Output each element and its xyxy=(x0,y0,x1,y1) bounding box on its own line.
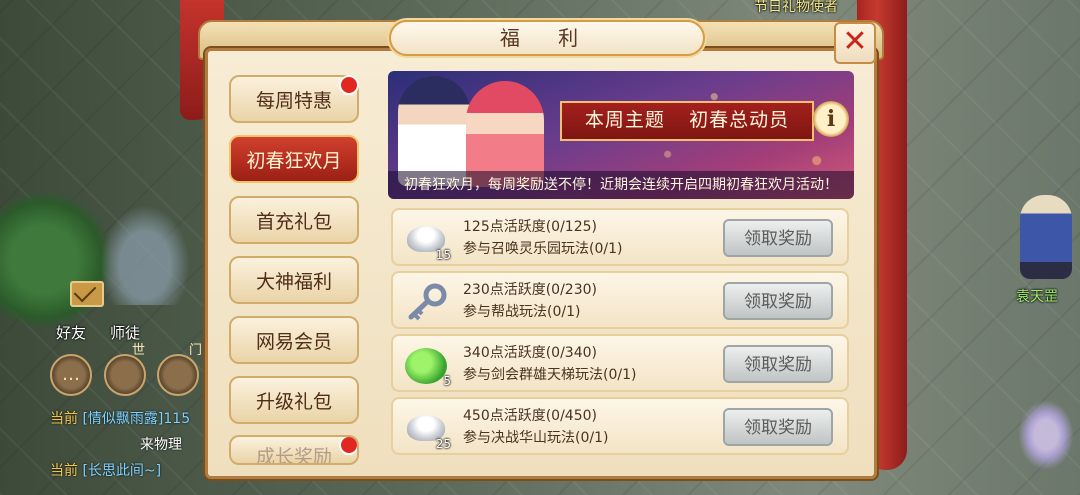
reward-list: 15 125点活跃度(0/125) 参与召唤灵乐园玩法(0/1) 领取奖励 23… xyxy=(388,208,854,462)
claim-reward-button[interactable]: 领取奖励 xyxy=(723,345,833,383)
chat-channel: 当前 xyxy=(50,463,78,479)
friends-button[interactable]: 好友 xyxy=(56,322,86,343)
activity-points: 450点活跃度(0/450) xyxy=(463,408,597,424)
sidebar-item-label: 大神福利 xyxy=(255,271,332,293)
statue xyxy=(100,205,190,305)
key-icon[interactable] xyxy=(401,277,451,325)
sidebar-item-label: 初春狂欢月 xyxy=(246,150,342,172)
item-count: 25 xyxy=(435,437,451,451)
silver-ingot-icon[interactable]: 25 xyxy=(401,403,451,451)
sect-channel-label: 门 xyxy=(189,343,203,358)
task-description: 参与决战华山玩法(0/1) xyxy=(463,430,609,446)
sidebar-item-label: 成长奖励 xyxy=(255,446,332,465)
sidebar-item-weekly-deals[interactable]: 每周特惠 xyxy=(229,75,359,123)
theme-label: 本周主题 xyxy=(584,109,665,131)
mail-icon[interactable] xyxy=(70,281,104,307)
event-banner: 本周主题 初春总动员 i 初春狂欢月，每周奖励送不停！近期会连续开启四期初春狂欢… xyxy=(388,71,854,199)
chat-line[interactable]: 当前 [情似飘雨露]115 xyxy=(50,408,190,428)
claim-reward-button[interactable]: 领取奖励 xyxy=(723,219,833,257)
chat-text: [长思此间~] xyxy=(82,463,162,479)
banner-caption: 初春狂欢月，每周奖励送不停！近期会连续开启四期初春狂欢月活动！ xyxy=(388,171,854,199)
sidebar-item-level-gift[interactable]: 升级礼包 xyxy=(229,376,359,424)
reward-row: 25 450点活跃度(0/450) 参与决战华山玩法(0/1) 领取奖励 xyxy=(391,397,849,455)
sidebar-item-growth-reward[interactable]: 成长奖励 xyxy=(229,435,359,465)
activity-points: 230点活跃度(0/230) xyxy=(463,282,597,298)
claim-reward-button[interactable]: 领取奖励 xyxy=(723,282,833,320)
theme-name: 初春总动员 xyxy=(689,109,790,131)
npc-name-top: 节日礼物使者 xyxy=(754,0,838,15)
reward-row: 15 125点活跃度(0/125) 参与召唤灵乐园玩法(0/1) 领取奖励 xyxy=(391,208,849,266)
task-description: 参与召唤灵乐园玩法(0/1) xyxy=(463,241,623,257)
voice-sect-icon[interactable]: 门 xyxy=(157,343,202,396)
info-button[interactable]: i xyxy=(813,101,849,137)
chat-bubble-icon[interactable]: … xyxy=(50,354,92,396)
notification-dot xyxy=(339,437,357,455)
npc-figure[interactable] xyxy=(1020,195,1072,279)
sidebar-item-spring-carnival[interactable]: 初春狂欢月 xyxy=(229,135,359,183)
gourd-icon[interactable]: 5 xyxy=(401,340,451,388)
item-count: 15 xyxy=(435,248,451,262)
close-button[interactable]: ✕ xyxy=(834,22,876,64)
claim-reward-button[interactable]: 领取奖励 xyxy=(723,408,833,446)
bushes xyxy=(0,190,110,330)
activity-points: 125点活跃度(0/125) xyxy=(463,219,597,235)
item-count: 5 xyxy=(443,374,451,388)
activity-points: 340点活跃度(0/340) xyxy=(463,345,597,361)
sidebar-item-first-recharge[interactable]: 首充礼包 xyxy=(229,196,359,244)
npc-name-right[interactable]: 袁天罡 xyxy=(1016,286,1058,306)
task-description: 参与剑会群雄天梯玩法(0/1) xyxy=(463,367,637,383)
chat-channel: 当前 xyxy=(50,411,78,427)
chat-line[interactable]: 来物理 xyxy=(140,434,182,454)
world-channel-label: 世 xyxy=(132,343,146,358)
reward-row: 5 340点活跃度(0/340) 参与剑会群雄天梯玩法(0/1) 领取奖励 xyxy=(391,334,849,392)
sidebar-item-netease-member[interactable]: 网易会员 xyxy=(229,316,359,364)
voice-world-icon[interactable]: 世 xyxy=(104,343,146,396)
sidebar-item-label: 网易会员 xyxy=(255,331,332,353)
chat-line[interactable]: 当前 [长思此间~] xyxy=(50,460,161,480)
reward-row: 230点活跃度(0/230) 参与帮战玩法(0/1) 领取奖励 xyxy=(391,271,849,329)
spirit-statue xyxy=(1018,400,1074,470)
sidebar-item-label: 首充礼包 xyxy=(255,211,332,233)
sidebar-item-master-benefits[interactable]: 大神福利 xyxy=(229,256,359,304)
sidebar-item-label: 每周特惠 xyxy=(255,90,332,112)
panel-title: 福 利 xyxy=(389,20,705,56)
notification-dot xyxy=(339,75,359,95)
chat-text: [情似飘雨露]115 xyxy=(82,411,191,427)
character-art xyxy=(398,76,470,186)
silver-ingot-icon[interactable]: 15 xyxy=(401,214,451,262)
banner-theme-title: 本周主题 初春总动员 xyxy=(560,101,814,141)
welfare-sidebar: 每周特惠 初春狂欢月 首充礼包 大神福利 网易会员 升级礼包 成长奖励 xyxy=(213,60,373,470)
sidebar-item-label: 升级礼包 xyxy=(255,391,332,413)
task-description: 参与帮战玩法(0/1) xyxy=(463,304,581,320)
